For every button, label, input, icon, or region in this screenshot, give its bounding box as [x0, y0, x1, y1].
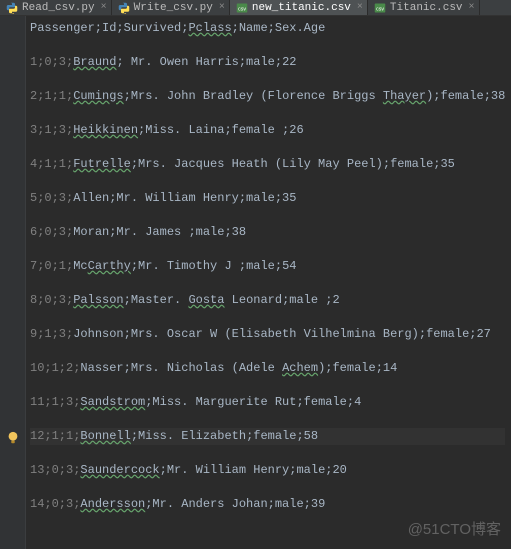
tab-bar: Read_csv.py × Write_csv.py × csv new_titanic.… — [0, 0, 511, 16]
svg-text:csv: csv — [238, 6, 246, 12]
code-line[interactable]: 10;1;2;Nasser;Mrs. Nicholas (Adele Achem… — [30, 360, 505, 377]
code-line[interactable]: 12;1;1;Bonnell;Miss. Elizabeth;female;58 — [30, 428, 505, 445]
code-line[interactable] — [30, 411, 505, 428]
svg-text:csv: csv — [376, 6, 384, 12]
python-icon — [118, 2, 130, 14]
code-line[interactable] — [30, 241, 505, 258]
code-line[interactable] — [30, 207, 505, 224]
tab-label: Titanic.csv — [390, 2, 463, 14]
tab-label: new_titanic.csv — [252, 2, 351, 14]
code-line[interactable]: 6;0;3;Moran;Mr. James ;male;38 — [30, 224, 505, 241]
code-line[interactable] — [30, 275, 505, 292]
editor-gutter — [0, 16, 26, 549]
tab-read_csv-py[interactable]: Read_csv.py × — [0, 0, 112, 16]
close-icon[interactable]: × — [357, 3, 363, 13]
code-line[interactable]: 5;0;3;Allen;Mr. William Henry;male;35 — [30, 190, 505, 207]
tab-write_csv-py[interactable]: Write_csv.py × — [112, 0, 230, 16]
code-line[interactable]: 1;0;3;Braund; Mr. Owen Harris;male;22 — [30, 54, 505, 71]
code-line[interactable] — [30, 513, 505, 530]
close-icon[interactable]: × — [469, 3, 475, 13]
code-line[interactable] — [30, 71, 505, 88]
code-editor-content[interactable]: Passenger;Id;Survived;Pclass;Name;Sex.Ag… — [26, 16, 505, 549]
editor-area: Passenger;Id;Survived;Pclass;Name;Sex.Ag… — [0, 16, 511, 549]
code-line[interactable]: 8;0;3;Palsson;Master. Gosta Leonard;male… — [30, 292, 505, 309]
code-line[interactable]: 7;0;1;McCarthy;Mr. Timothy J ;male;54 — [30, 258, 505, 275]
close-icon[interactable]: × — [101, 3, 107, 13]
code-line[interactable] — [30, 377, 505, 394]
code-line[interactable]: 4;1;1;Futrelle;Mrs. Jacques Heath (Lily … — [30, 156, 505, 173]
code-line[interactable] — [30, 139, 505, 156]
tab-label: Write_csv.py — [134, 2, 213, 14]
code-line[interactable] — [30, 445, 505, 462]
code-line[interactable]: 2;1;1;Cumings;Mrs. John Bradley (Florenc… — [30, 88, 505, 105]
intention-bulb-icon[interactable] — [6, 431, 20, 445]
python-icon — [6, 2, 18, 14]
code-line[interactable] — [30, 479, 505, 496]
code-line[interactable] — [30, 343, 505, 360]
code-line[interactable]: 11;1;3;Sandstrom;Miss. Marguerite Rut;fe… — [30, 394, 505, 411]
code-line[interactable] — [30, 105, 505, 122]
code-line[interactable]: 3;1;3;Heikkinen;Miss. Laina;female ;26 — [30, 122, 505, 139]
code-line[interactable] — [30, 37, 505, 54]
code-line[interactable]: Passenger;Id;Survived;Pclass;Name;Sex.Ag… — [30, 20, 505, 37]
code-line[interactable] — [30, 173, 505, 190]
tab-titanic-csv[interactable]: csv Titanic.csv × — [368, 0, 480, 16]
csv-icon: csv — [374, 2, 386, 14]
csv-icon: csv — [236, 2, 248, 14]
close-icon[interactable]: × — [219, 3, 225, 13]
tab-new_titanic-csv[interactable]: csv new_titanic.csv × — [230, 0, 368, 16]
code-line[interactable]: 14;0;3;Andersson;Mr. Anders Johan;male;3… — [30, 496, 505, 513]
tab-label: Read_csv.py — [22, 2, 95, 14]
code-line[interactable]: 9;1;3;Johnson;Mrs. Oscar W (Elisabeth Vi… — [30, 326, 505, 343]
code-line[interactable] — [30, 309, 505, 326]
code-line[interactable]: 13;0;3;Saundercock;Mr. William Henry;mal… — [30, 462, 505, 479]
